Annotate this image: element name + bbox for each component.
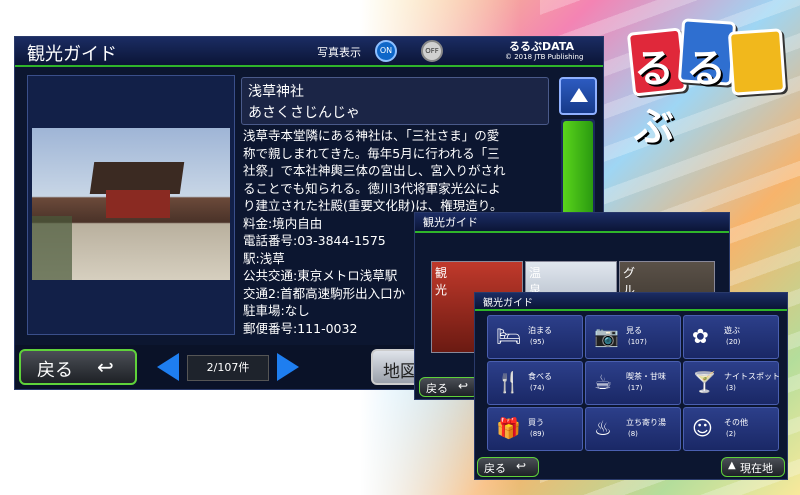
back-button[interactable]: 戻る ↩ xyxy=(19,349,137,385)
scroll-up-button[interactable] xyxy=(559,77,597,115)
current-location-button[interactable]: ▲ 現在地 xyxy=(721,457,785,477)
category-count: (17) xyxy=(628,384,643,392)
front-back-button[interactable]: 戻る ↩ xyxy=(477,457,539,477)
hot-spring-icon: ♨ xyxy=(594,416,612,440)
front-title-bar: 観光ガイド xyxy=(475,293,787,311)
middle-return-arrow-icon: ↩ xyxy=(458,379,469,393)
category-count: (3) xyxy=(726,384,736,392)
prev-page-button[interactable] xyxy=(157,353,179,381)
category-count: (2) xyxy=(726,430,736,438)
screen-title: 観光ガイド xyxy=(27,44,117,65)
category-count: (89) xyxy=(530,430,545,438)
map-button-label: 地図 xyxy=(383,362,417,382)
category-label: 見る xyxy=(626,326,642,335)
location-arrow-icon: ▲ xyxy=(728,460,736,471)
category-menu-screen: 観光ガイド 🛏 泊まる (95) 📷 見る (107) ✿ 遊ぶ (20) 🍴 食べる (74) ☕ 喫茶… xyxy=(474,292,788,480)
title-bar: 観光ガイド 写真表示 ON OFF るるぶDATA © 2018 JTB Pub… xyxy=(15,37,603,67)
photo-on-button[interactable]: ON xyxy=(375,40,397,62)
back-button-label: 戻る xyxy=(37,360,73,381)
page-counter: 2/107件 xyxy=(187,355,269,381)
spot-name: 浅草神社 xyxy=(248,84,304,100)
category-button[interactable]: 🍴 食べる (74) xyxy=(487,361,583,405)
category-label: 買う xyxy=(528,418,544,427)
brand-label: るるぶDATA xyxy=(509,40,574,53)
middle-title-bar: 観光ガイド xyxy=(415,213,729,233)
category-button[interactable]: 🍸 ナイトスポット (3) xyxy=(683,361,780,405)
photo-frame xyxy=(27,75,235,335)
category-label: 泊まる xyxy=(528,326,552,335)
category-label: ナイトスポット xyxy=(724,372,780,381)
middle-back-label: 戻る xyxy=(426,382,448,395)
front-back-label: 戻る xyxy=(484,462,506,475)
description-line: 称で親しまれてきた。毎年5月に行われる「三 xyxy=(243,145,500,161)
category-button[interactable]: ✿ 遊ぶ (20) xyxy=(683,315,779,359)
category-count: (107) xyxy=(628,338,647,346)
category-label: 立ち寄り湯 xyxy=(626,418,666,427)
category-label: 喫茶・甘味 xyxy=(626,372,666,381)
current-location-label: 現在地 xyxy=(740,462,773,475)
category-count: (8) xyxy=(628,430,638,438)
gift-icon: 🎁 xyxy=(496,416,521,440)
copyright-text: © 2018 JTB Publishing xyxy=(505,53,584,61)
description-line: 社祭」で本社神輿三体の宮出し、宮入りがされ xyxy=(243,163,506,178)
photo-off-button[interactable]: OFF xyxy=(421,40,443,62)
category-button[interactable]: ☺ その他 (2) xyxy=(683,407,779,451)
front-screen-title: 観光ガイド xyxy=(483,298,533,309)
photo-display-label: 写真表示 xyxy=(317,46,361,59)
description-line: ることでも知られる。徳川3代将軍家光公によ xyxy=(243,180,501,196)
fork-knife-icon: 🍴 xyxy=(496,370,521,394)
front-return-arrow-icon: ↩ xyxy=(516,459,527,473)
camera-icon: 📷 xyxy=(594,324,619,348)
next-page-button[interactable] xyxy=(277,353,299,381)
logo-text: るるぶ xyxy=(634,46,738,150)
rurubu-logo: るるぶ xyxy=(626,16,787,150)
category-label: その他 xyxy=(724,418,748,427)
bed-icon: 🛏 xyxy=(496,324,522,348)
category-label: 遊ぶ xyxy=(724,326,740,335)
description-line: 浅草寺本堂隣にある神社は、「三社さま」の愛 xyxy=(243,128,500,143)
cup-icon: ☕ xyxy=(594,370,612,394)
category-button[interactable]: 🎁 買う (89) xyxy=(487,407,583,451)
category-label: 食べる xyxy=(528,372,552,381)
category-count: (74) xyxy=(530,384,545,392)
middle-back-button[interactable]: 戻る ↩ xyxy=(419,377,479,397)
shrine-photo xyxy=(32,128,230,280)
middle-screen-title: 観光ガイド xyxy=(423,216,478,229)
spot-name-box: 浅草神社 あさくさじんじゃ xyxy=(241,77,549,125)
flower-icon: ✿ xyxy=(692,324,709,348)
smiley-icon: ☺ xyxy=(692,416,713,440)
cocktail-icon: 🍸 xyxy=(692,370,717,394)
arrow-up-icon xyxy=(570,88,588,102)
tile-sightseeing-label: 観光 xyxy=(435,266,448,297)
category-count: (20) xyxy=(726,338,741,346)
category-button[interactable]: 📷 見る (107) xyxy=(585,315,681,359)
spot-reading: あさくさじんじゃ xyxy=(248,105,360,121)
category-button[interactable]: 🛏 泊まる (95) xyxy=(487,315,583,359)
category-button[interactable]: ♨ 立ち寄り湯 (8) xyxy=(585,407,681,451)
return-arrow-icon: ↩ xyxy=(97,355,114,379)
category-count: (95) xyxy=(530,338,545,346)
category-button[interactable]: ☕ 喫茶・甘味 (17) xyxy=(585,361,681,405)
